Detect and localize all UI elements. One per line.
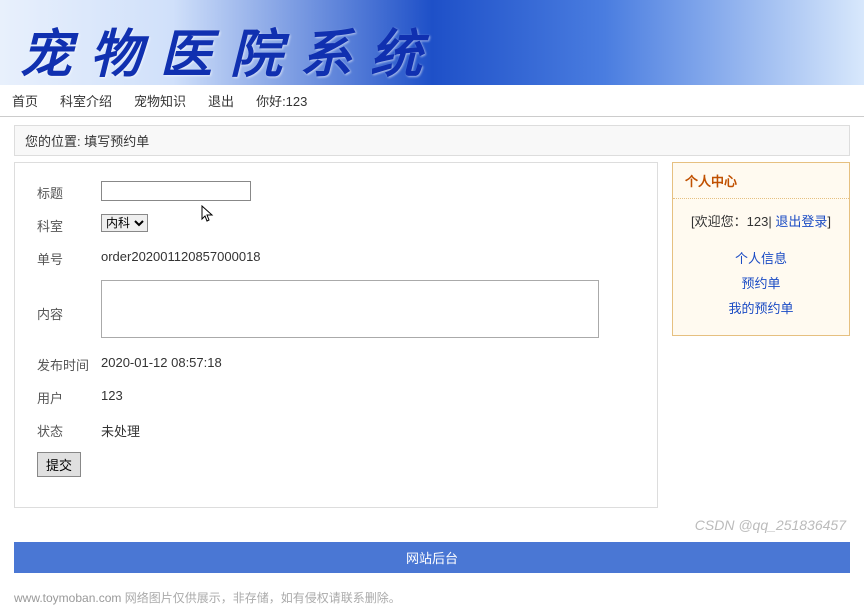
disclaimer-site: www.toymoban.com bbox=[14, 591, 121, 605]
welcome-prefix: [欢迎您： bbox=[691, 214, 747, 229]
value-user: 123 bbox=[101, 386, 123, 403]
value-publish: 2020-01-12 08:57:18 bbox=[101, 353, 222, 370]
label-publish: 发布时间 bbox=[37, 353, 101, 374]
nav-knowledge[interactable]: 宠物知识 bbox=[134, 91, 186, 110]
label-title: 标题 bbox=[37, 181, 101, 202]
disclaimer-text: 网络图片仅供展示，非存储，如有侵权请联系删除。 bbox=[121, 591, 400, 605]
textarea-content[interactable] bbox=[101, 280, 599, 338]
input-title[interactable] bbox=[101, 181, 251, 201]
top-nav: 首页 科室介绍 宠物知识 退出 你好:123 bbox=[0, 85, 864, 117]
nav-greeting[interactable]: 你好:123 bbox=[256, 91, 307, 110]
select-dept[interactable]: 内科 bbox=[101, 214, 148, 232]
nav-dept[interactable]: 科室介绍 bbox=[60, 91, 112, 110]
sidebar-link-reserve[interactable]: 预约单 bbox=[683, 273, 839, 292]
banner: 宠物医院系统 bbox=[0, 0, 864, 85]
breadcrumb: 您的位置: 填写预约单 bbox=[14, 125, 850, 156]
value-status: 未处理 bbox=[101, 419, 140, 440]
breadcrumb-page: 填写预约单 bbox=[84, 134, 149, 149]
backend-link[interactable]: 网站后台 bbox=[406, 551, 458, 566]
watermark: CSDN @qq_251836457 bbox=[695, 517, 846, 533]
sidebar-welcome: [欢迎您：123| 退出登录] bbox=[683, 211, 839, 230]
sidebar-header: 个人中心 bbox=[673, 163, 849, 199]
sidebar-link-profile[interactable]: 个人信息 bbox=[683, 248, 839, 267]
label-content: 内容 bbox=[37, 280, 101, 323]
disclaimer: www.toymoban.com 网络图片仅供展示，非存储，如有侵权请联系删除。 bbox=[0, 573, 864, 610]
label-dept: 科室 bbox=[37, 214, 101, 235]
logout-link[interactable]: 退出登录 bbox=[775, 214, 827, 229]
nav-logout[interactable]: 退出 bbox=[208, 91, 234, 110]
welcome-user: 123 bbox=[747, 214, 769, 229]
form-panel: 标题 科室 内科 单号 order202001120857000018 内容 发… bbox=[14, 162, 658, 508]
breadcrumb-prefix: 您的位置: bbox=[25, 134, 81, 149]
submit-button[interactable]: 提交 bbox=[37, 452, 81, 477]
sidebar: 个人中心 [欢迎您：123| 退出登录] 个人信息 预约单 我的预约单 bbox=[672, 162, 850, 336]
site-title: 宠物医院系统 bbox=[0, 0, 864, 85]
label-status: 状态 bbox=[37, 419, 101, 440]
value-order: order202001120857000018 bbox=[101, 247, 261, 264]
welcome-suffix: ] bbox=[827, 214, 831, 229]
nav-home[interactable]: 首页 bbox=[12, 91, 38, 110]
sidebar-link-myreserve[interactable]: 我的预约单 bbox=[683, 298, 839, 317]
footer-bar: 网站后台 bbox=[14, 542, 850, 573]
label-order: 单号 bbox=[37, 247, 101, 268]
label-user: 用户 bbox=[37, 386, 101, 407]
